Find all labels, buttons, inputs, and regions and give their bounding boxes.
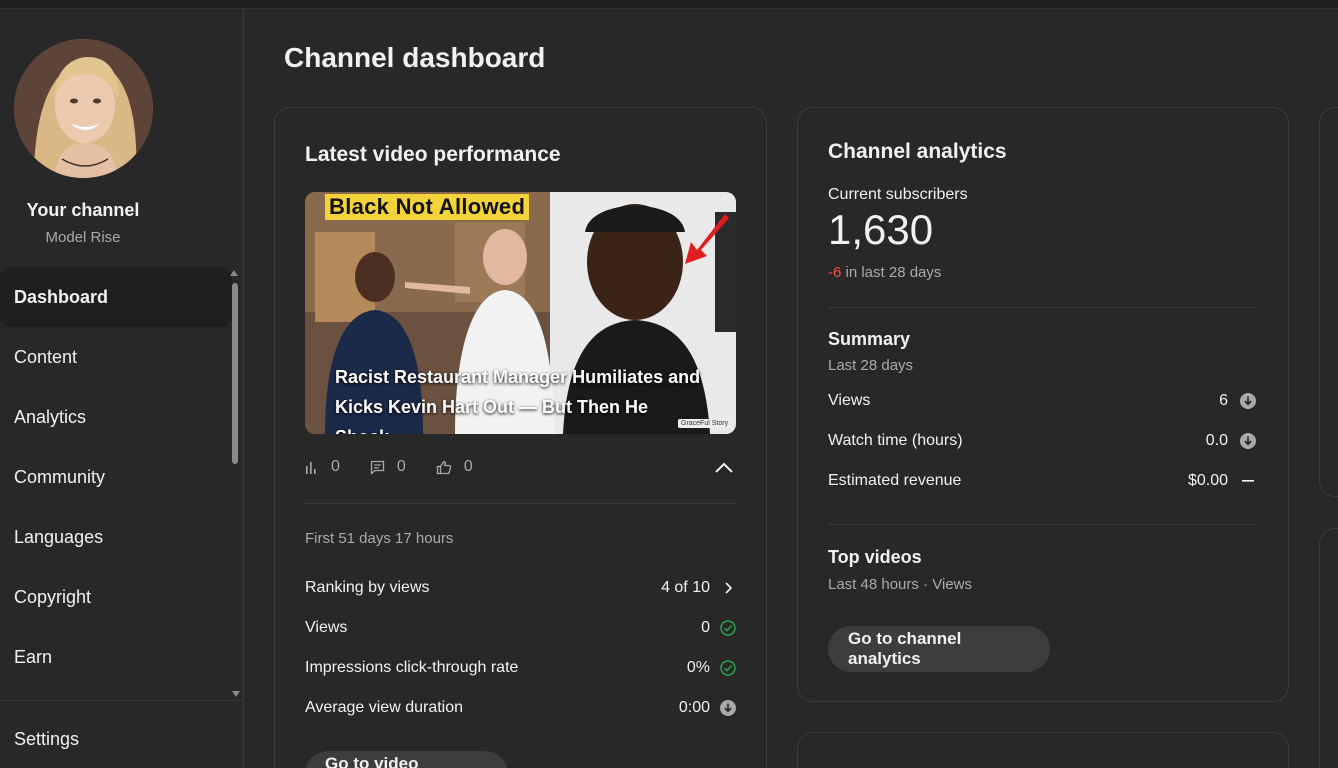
views-stat: 0 [305,458,340,476]
comments-stat: 0 [370,458,406,476]
sidebar-item-earn[interactable]: Earn [0,627,232,687]
metric-label: Average view duration [305,699,464,716]
summary-value: 6 [1219,392,1228,409]
metric-label: Ranking by views [305,579,430,596]
thumbnail-watermark: GraceFul Story [678,419,732,428]
thumbs-up-icon [436,460,452,474]
top-bar [0,0,1338,9]
sidebar-scroll-down-arrow[interactable] [232,691,240,697]
summary-watch-time-row: Watch time (hours) 0.0 [828,431,1256,451]
additional-card-bottom [797,732,1289,768]
metric-value: 0:00 [678,699,710,716]
video-title[interactable]: Racist Restaurant Manager Humiliates and… [335,362,715,434]
thumbnail-banner-text: Black Not Allowed [325,194,530,220]
likes-count: 0 [463,458,473,475]
sidebar-scrollbar-thumb[interactable] [232,283,238,464]
summary-label: Views [828,392,871,409]
metric-label: Views [305,619,348,636]
views-count: 0 [331,458,340,475]
analytics-divider-1 [828,307,1258,308]
video-thumbnail[interactable]: Black Not Allowed Racist Restaurant Mana… [305,192,736,434]
metric-label: Impressions click-through rate [305,659,519,676]
sidebar-item-community[interactable]: Community [0,447,232,507]
subscribers-count: 1,630 [828,206,934,253]
additional-card-right-top [1319,107,1338,497]
metric-views-row: Views 0 [305,618,736,638]
arrow-down-circle-icon [1240,393,1256,409]
metric-ctr-row: Impressions click-through rate 0% [305,658,736,678]
go-to-video-analytics-button[interactable]: Go to video analytics [305,751,508,768]
video-quick-stats: 0 0 0 [305,458,503,476]
additional-card-right-bottom [1319,528,1338,768]
channel-name: Model Rise [45,229,121,246]
comments-count: 0 [396,458,406,475]
sidebar-item-languages[interactable]: Languages [0,507,232,567]
latest-video-heading: Latest video performance [305,143,561,166]
chevron-up-icon[interactable] [714,461,734,475]
arrow-down-circle-icon [720,700,736,716]
sidebar-item-settings[interactable]: Settings [14,729,79,750]
metric-value: 4 of 10 [661,579,710,596]
video-card-divider [305,503,736,504]
avatar-image [14,39,153,178]
summary-value: $0.00 [1187,472,1228,489]
sidebar-item-copyright[interactable]: Copyright [0,567,232,627]
check-circle-icon [720,620,736,636]
dash-icon [1242,480,1254,482]
summary-views-row: Views 6 [828,391,1256,411]
sidebar-divider [0,700,243,701]
channel-analytics-heading: Channel analytics [828,140,1007,163]
go-to-channel-analytics-button[interactable]: Go to channel analytics [828,626,1050,672]
subscriber-change-period: in last 28 days [841,264,942,281]
sidebar-scroll-up-arrow[interactable] [230,270,238,276]
summary-heading: Summary [828,329,911,349]
sidebar-item-dashboard[interactable]: Dashboard [0,267,232,327]
top-videos-heading: Top videos [828,547,922,567]
likes-stat: 0 [436,458,473,476]
channel-title: Your channel [26,200,140,220]
sidebar: Your channel Model Rise Dashboard Conten… [0,9,244,768]
bar-chart-icon [306,462,316,474]
chevron-right-icon [725,582,733,594]
summary-period: Last 28 days [828,357,914,374]
arrow-down-circle-icon [1240,433,1256,449]
subscriber-change-value: -6 [828,264,842,281]
metric-duration-row: Average view duration 0:00 [305,698,736,718]
sidebar-item-content[interactable]: Content [0,327,232,387]
comment-icon [370,460,385,475]
metric-ranking-row[interactable]: Ranking by views 4 of 10 [305,578,736,598]
video-period: First 51 days 17 hours [305,530,454,547]
metric-value: 0% [686,659,710,676]
check-circle-icon [720,660,736,676]
metric-value: 0 [701,619,710,636]
channel-avatar[interactable] [14,39,153,178]
page-title: Channel dashboard [284,42,546,73]
analytics-divider-2 [828,524,1258,525]
summary-label: Watch time (hours) [828,432,963,449]
summary-label: Estimated revenue [828,472,962,489]
subscribers-label: Current subscribers [828,186,968,203]
summary-revenue-row: Estimated revenue $0.00 [828,471,1256,491]
subscriber-change: -6 in last 28 days [828,264,941,281]
summary-value: 0.0 [1205,432,1228,449]
sidebar-nav: Dashboard Content Analytics Community La… [0,267,232,687]
sidebar-item-analytics[interactable]: Analytics [0,387,232,447]
top-videos-subtitle: Last 48 hours · Views [828,576,972,593]
